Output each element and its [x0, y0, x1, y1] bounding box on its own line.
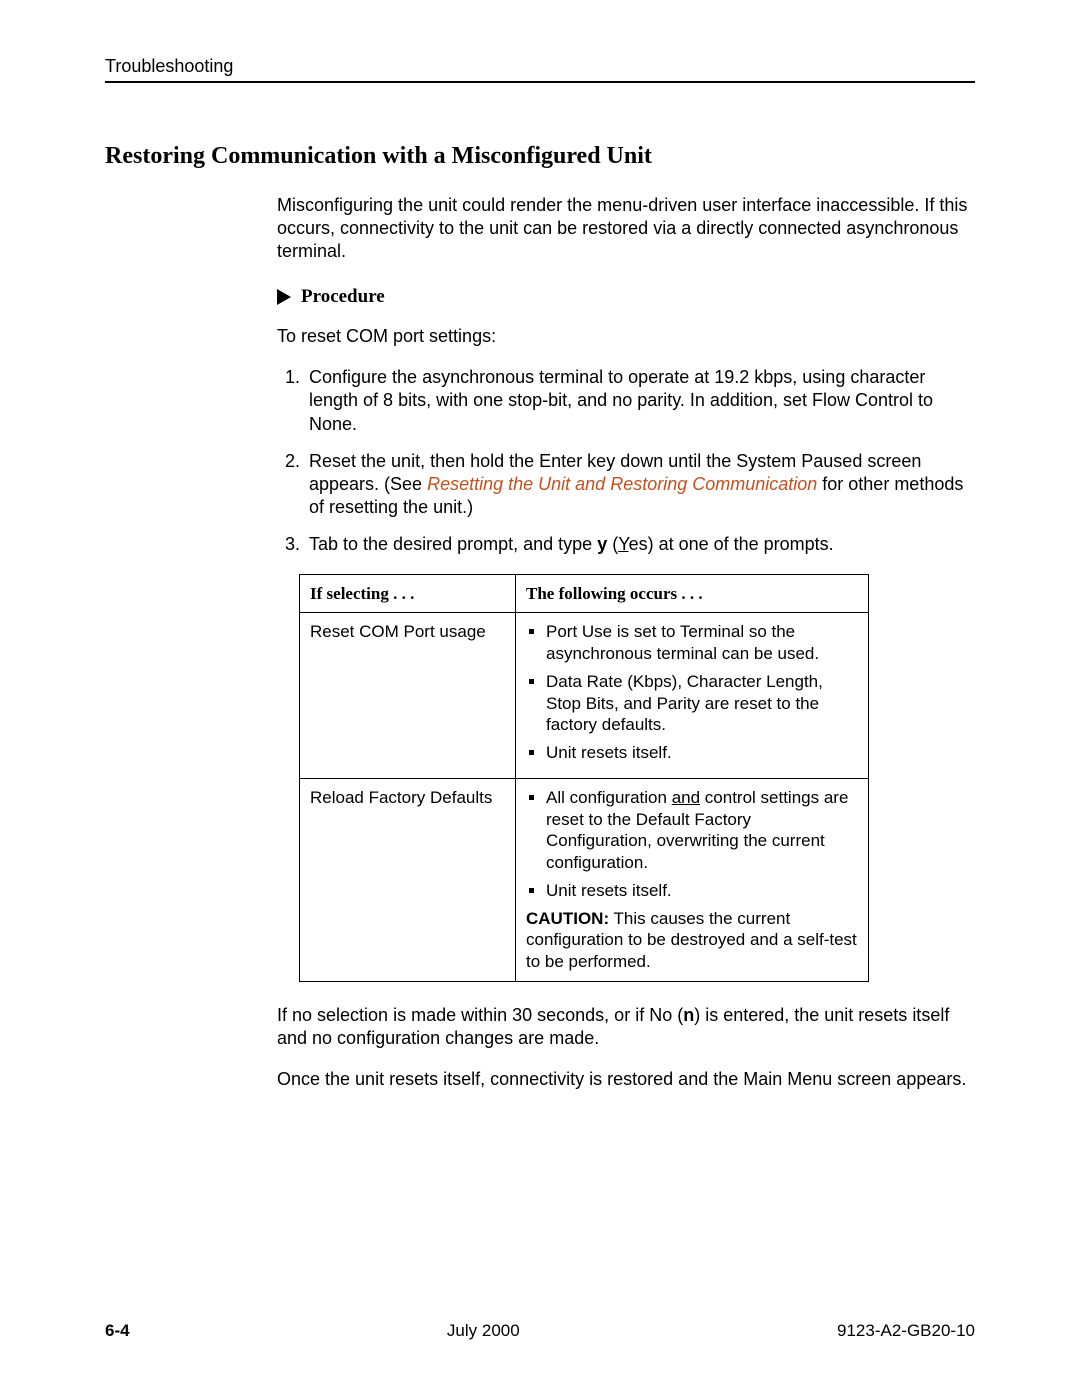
step-2: Reset the unit, then hold the Enter key …: [305, 450, 975, 519]
step-3-text-a: Tab to the desired prompt, and type: [309, 534, 597, 554]
list-item: Port Use is set to Terminal so the async…: [546, 621, 858, 665]
row2-list: All configuration and control settings a…: [526, 787, 858, 902]
running-header: Troubleshooting: [105, 56, 975, 77]
row2-col2: All configuration and control settings a…: [516, 778, 869, 981]
row2-col1: Reload Factory Defaults: [300, 778, 516, 981]
step-3-text-b: (: [607, 534, 618, 554]
cross-reference-link[interactable]: Resetting the Unit and Restoring Communi…: [427, 474, 817, 494]
after-paragraph-1: If no selection is made within 30 second…: [277, 1004, 975, 1050]
table-header-2: The following occurs . . .: [516, 574, 869, 613]
table-row: Reload Factory Defaults All configuratio…: [300, 778, 869, 981]
procedure-lead: To reset COM port settings:: [277, 325, 975, 348]
after-paragraph-2: Once the unit resets itself, connectivit…: [277, 1068, 975, 1091]
row2-b1-u: and: [672, 788, 700, 807]
list-item: Unit resets itself.: [546, 742, 858, 764]
page-footer: 6-4 July 2000 9123-A2-GB20-10: [105, 1321, 975, 1341]
step-3: Tab to the desired prompt, and type y (Y…: [305, 533, 975, 556]
procedure-label: Procedure: [301, 285, 385, 309]
row1-col2: Port Use is set to Terminal so the async…: [516, 613, 869, 779]
list-item: Unit resets itself.: [546, 880, 858, 902]
body-block: Misconfiguring the unit could render the…: [277, 194, 975, 1091]
procedure-heading: Procedure: [277, 285, 975, 309]
step-3-Y: Y: [618, 534, 628, 554]
row1-list: Port Use is set to Terminal so the async…: [526, 621, 858, 764]
table-header-1: If selecting . . .: [300, 574, 516, 613]
step-3-text-c: es) at one of the prompts.: [629, 534, 834, 554]
row2-b1-a: All configuration: [546, 788, 672, 807]
page: Troubleshooting Restoring Communication …: [0, 0, 1080, 1397]
step-3-y: y: [597, 534, 607, 554]
after-p1-a: If no selection is made within 30 second…: [277, 1005, 683, 1025]
header-rule: [105, 81, 975, 83]
triangle-icon: [277, 289, 291, 305]
page-number: 6-4: [105, 1321, 130, 1341]
list-item: Data Rate (Kbps), Character Length, Stop…: [546, 671, 858, 736]
caution-label: CAUTION:: [526, 909, 609, 928]
row1-col1: Reset COM Port usage: [300, 613, 516, 779]
intro-paragraph: Misconfiguring the unit could render the…: [277, 194, 975, 263]
step-1: Configure the asynchronous terminal to o…: [305, 366, 975, 435]
selection-table: If selecting . . . The following occurs …: [299, 574, 869, 982]
table-row: Reset COM Port usage Port Use is set to …: [300, 613, 869, 779]
footer-date: July 2000: [447, 1321, 520, 1341]
document-number: 9123-A2-GB20-10: [837, 1321, 975, 1341]
table-header-row: If selecting . . . The following occurs …: [300, 574, 869, 613]
section-title: Restoring Communication with a Misconfig…: [105, 143, 975, 170]
after-p1-n: n: [683, 1005, 694, 1025]
list-item: All configuration and control settings a…: [546, 787, 858, 874]
caution: CAUTION: This causes the current configu…: [526, 908, 858, 973]
procedure-steps: Configure the asynchronous terminal to o…: [277, 366, 975, 555]
